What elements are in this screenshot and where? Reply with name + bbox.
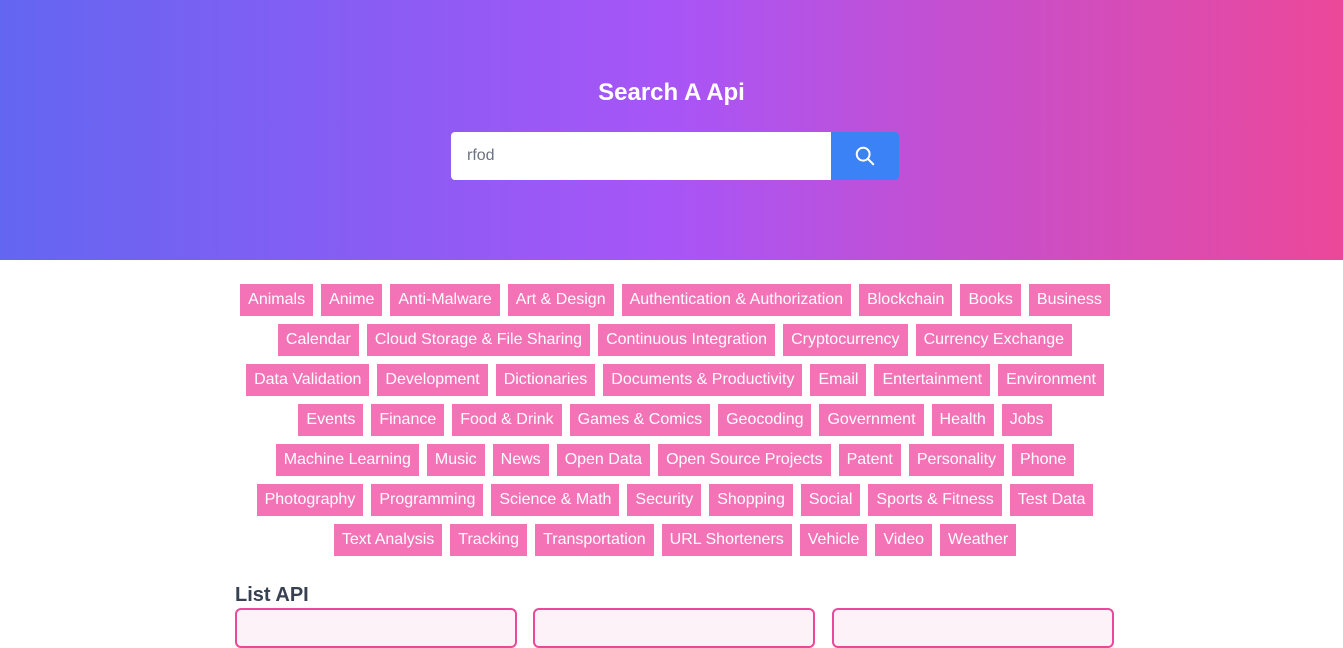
category-tag[interactable]: Photography (256, 484, 364, 516)
category-tag[interactable]: Data Validation (246, 364, 370, 396)
category-tag[interactable]: Games & Comics (569, 404, 711, 436)
page-title: Search A Api (598, 79, 745, 106)
category-tag[interactable]: Tracking (450, 524, 528, 556)
category-tag[interactable]: Machine Learning (275, 444, 419, 476)
category-tag[interactable]: Currency Exchange (915, 324, 1073, 356)
category-tag[interactable]: Patent (838, 444, 901, 476)
category-tag[interactable]: Anime (321, 284, 383, 316)
category-tag[interactable]: Calendar (277, 324, 359, 356)
category-tag[interactable]: Entertainment (874, 364, 991, 396)
category-tag[interactable]: Finance (371, 404, 445, 436)
category-tag[interactable]: Health (931, 404, 994, 436)
category-tag[interactable]: Business (1028, 284, 1110, 316)
category-tag[interactable]: Sports & Fitness (868, 484, 1002, 516)
category-tag[interactable]: Authentication & Authorization (621, 284, 852, 316)
category-tag[interactable]: Geocoding (718, 404, 812, 436)
category-tag[interactable]: Events (298, 404, 364, 436)
category-tag[interactable]: Open Source Projects (658, 444, 831, 476)
api-card[interactable] (832, 608, 1114, 648)
category-tag[interactable]: Environment (998, 364, 1104, 396)
search-input[interactable] (451, 132, 831, 180)
category-tag[interactable]: Food & Drink (452, 404, 562, 436)
category-tag[interactable]: Animals (240, 284, 314, 316)
category-tag[interactable]: Text Analysis (333, 524, 443, 556)
category-tag[interactable]: Shopping (709, 484, 793, 516)
search-bar (451, 132, 899, 180)
category-tag[interactable]: Development (377, 364, 488, 396)
list-api-heading: List API (235, 584, 309, 606)
category-tag[interactable]: Vehicle (799, 524, 868, 556)
category-tag[interactable]: Documents & Productivity (603, 364, 803, 396)
category-tag[interactable]: Programming (371, 484, 484, 516)
api-card[interactable] (235, 608, 517, 648)
category-tag[interactable]: Personality (908, 444, 1005, 476)
category-tag[interactable]: Government (819, 404, 924, 436)
hero-banner: Search A Api (0, 0, 1343, 260)
search-icon (855, 146, 875, 166)
category-tag[interactable]: Dictionaries (495, 364, 596, 396)
category-tag[interactable]: Email (810, 364, 867, 396)
category-tag[interactable]: Phone (1012, 444, 1075, 476)
category-tag[interactable]: Video (875, 524, 932, 556)
category-tag[interactable]: Cryptocurrency (783, 324, 908, 356)
category-tag[interactable]: Art & Design (507, 284, 614, 316)
category-tag[interactable]: URL Shorteners (661, 524, 792, 556)
category-tag[interactable]: Music (426, 444, 485, 476)
category-tag[interactable]: Weather (940, 524, 1017, 556)
category-tag[interactable]: Books (960, 284, 1021, 316)
category-tag[interactable]: Blockchain (859, 284, 953, 316)
category-tag[interactable]: Transportation (535, 524, 654, 556)
category-tags: Animals Anime Anti-Malware Art & Design … (235, 284, 1115, 556)
category-tag[interactable]: Test Data (1009, 484, 1094, 516)
category-tag[interactable]: Open Data (556, 444, 651, 476)
category-tag[interactable]: News (492, 444, 549, 476)
api-card[interactable] (533, 608, 815, 648)
category-tag[interactable]: Anti-Malware (390, 284, 500, 316)
category-tag[interactable]: Cloud Storage & File Sharing (366, 324, 591, 356)
category-tag[interactable]: Social (800, 484, 861, 516)
search-button[interactable] (831, 132, 899, 180)
category-tag[interactable]: Security (627, 484, 702, 516)
category-tag[interactable]: Science & Math (491, 484, 620, 516)
category-tag[interactable]: Jobs (1001, 404, 1052, 436)
category-tag[interactable]: Continuous Integration (598, 324, 776, 356)
